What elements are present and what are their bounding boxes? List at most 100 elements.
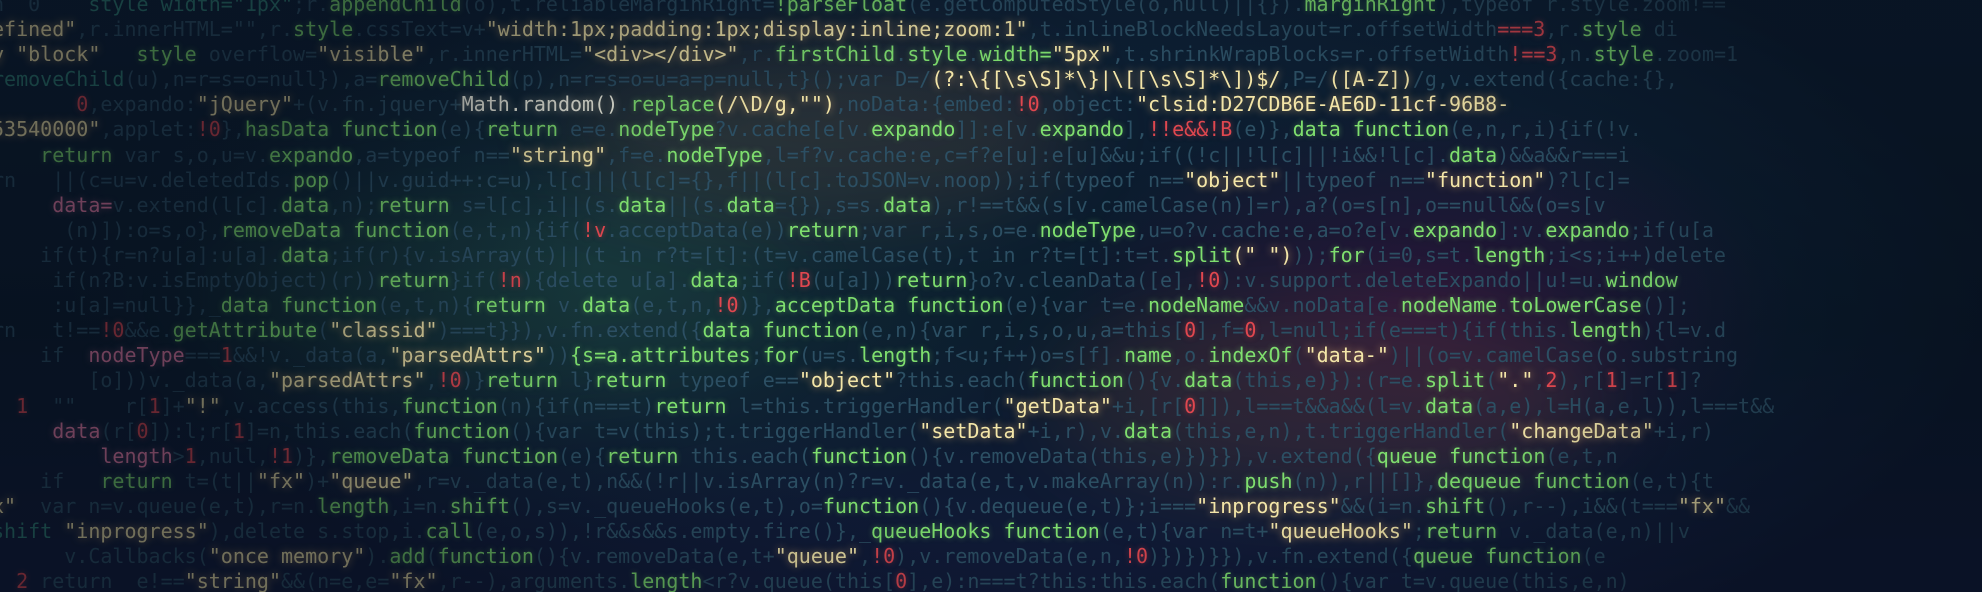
code-token: call: [425, 518, 474, 543]
code-token: removeData: [329, 443, 450, 468]
code-token: "<div></div>": [582, 42, 739, 67]
code-token: length: [1569, 318, 1642, 343]
code-token: data: [1123, 418, 1173, 443]
code-token: ,r.innerHTML=: [425, 42, 583, 67]
code-token: (: [1292, 343, 1305, 368]
code-token: return e!==: [28, 569, 185, 592]
code-token: data: [618, 192, 667, 217]
code-token: (){v.dequeue(e,t)};i===: [919, 493, 1197, 518]
code-token: 1: [232, 418, 245, 443]
code-token: v.: [545, 293, 583, 318]
code-token: removeData: [220, 217, 342, 242]
code-token: "queue": [774, 544, 860, 569]
code-token: data: [52, 418, 101, 443]
code-token: "clsid:D27CDB6E-AE6D-11cf-96B8-: [1135, 92, 1510, 117]
code-token: function: [281, 293, 378, 318]
code-token: shift: [449, 493, 510, 518]
code-line: efined",r.innerHTML="",r.style.cssText=v…: [0, 17, 1982, 42]
code-token: .zoom=1: [1653, 42, 1739, 67]
code-token: }if(: [449, 268, 498, 293]
code-line: rn t!==!0&&e.getAttribute("classid")===t…: [0, 318, 1982, 343]
code-token: (),s=v._queueHooks(e,t),o=: [509, 493, 823, 518]
code-token: ,n);: [329, 192, 378, 217]
code-token: typeof e==: [666, 368, 799, 393]
code-token: function: [907, 293, 1004, 318]
code-token: !0: [1015, 92, 1040, 117]
code-token: "5px": [1051, 42, 1112, 67]
code-token: ,P=/: [1280, 67, 1329, 92]
code-token: replace: [630, 92, 715, 117]
code-token: 1: [184, 443, 197, 468]
code-token: "queueHooks": [1268, 518, 1413, 543]
code-token: indexOf: [1208, 343, 1293, 368]
code-token: !!e&&!B: [1148, 117, 1233, 142]
code-token: ,t.inlineBlockNeedsLayout=r.offsetWidth: [1027, 17, 1498, 42]
code-token: ===3: [1497, 17, 1546, 42]
code-token: .acceptData(e)): [606, 217, 787, 242]
code-token: style: [293, 17, 354, 42]
code-token: (?:\{[\s\S]*\}|\[[\s\S]*\])$/: [931, 67, 1281, 92]
code-token: data: [883, 192, 932, 217]
code-token: ;var r,i,s,o=e.: [859, 217, 1040, 242]
code-token: toLowerCase: [1509, 293, 1642, 318]
code-token: &&(n=e,e=: [281, 569, 390, 592]
code-token: x": [0, 493, 17, 518]
code-token: appendChild: [329, 0, 462, 16]
code-token: marginRight: [1304, 0, 1437, 16]
code-token: "setData": [919, 418, 1028, 443]
code-token: return: [100, 468, 173, 493]
code-line: 53540000",applet:!0},hasData function(e)…: [0, 117, 1982, 142]
code-token: )===t}}),v.fn.extend({: [437, 318, 703, 343]
code-token: (e,t){t: [1629, 468, 1714, 493]
code-token: (e: [1581, 544, 1606, 569]
code-token: (){var t=v.queue(this,e,n): [1316, 569, 1630, 592]
code-token: name: [1123, 343, 1173, 368]
code-token: style: [1581, 17, 1642, 42]
code-token: ===: [184, 343, 221, 368]
code-token: data: [1184, 368, 1233, 393]
code-token: (e,o,s)),!r&&s&&s.empty.fire()},_: [473, 518, 872, 543]
code-token: ?this.each(: [895, 368, 1028, 393]
code-token: ,f=e.: [606, 142, 667, 167]
code-token: getAttribute: [172, 318, 318, 343]
code-token: +(v.fn.jquery+: [293, 92, 462, 117]
code-token: .: [967, 42, 980, 67]
code-token: (e,t,n,: [630, 293, 715, 318]
code-token: "queue": [329, 468, 414, 493]
code-token: ,l=f?v.cache:e,c=f?e[u]:e[u]&&u;if((!c||…: [762, 142, 1450, 167]
code-token: ;: [750, 343, 763, 368]
code-token: "classid": [329, 318, 438, 343]
code-token: ),typeof r.style.zoom!==: [1436, 0, 1726, 16]
code-token: style width="1px": [88, 0, 294, 16]
code-token: attributes: [630, 343, 751, 368]
code-token: di: [1641, 17, 1678, 42]
code-token: (this,e)}):(r=e.: [1232, 368, 1425, 393]
code-token: expando: [268, 142, 354, 167]
code-token: ):v.support.deleteExpando||u!=u.: [1220, 268, 1606, 293]
code-token: 0: [1184, 318, 1197, 343]
code-token: length: [630, 569, 703, 592]
code-token: var s,o,u=v.: [112, 142, 269, 167]
code-token: !0: [871, 544, 896, 569]
code-token: (u[a])): [810, 268, 896, 293]
code-token: (n){if(n===t): [497, 393, 655, 418]
code-token: [o]))v._data(a,: [0, 368, 269, 393]
code-token: "!": [184, 393, 221, 418]
code-token: data: [702, 318, 751, 343]
code-token: ).: [365, 544, 390, 569]
code-token: 0: [76, 92, 89, 117]
code-token: ]?: [1677, 368, 1702, 393]
code-token: (: [1485, 368, 1498, 393]
code-token: function: [341, 117, 438, 142]
code-token: expando: [871, 117, 956, 142]
code-token: data=: [52, 192, 113, 217]
code-token: "parsedAttrs": [268, 368, 426, 393]
code-token: 53540000": [0, 117, 101, 142]
code-token: !0: [1123, 544, 1149, 569]
